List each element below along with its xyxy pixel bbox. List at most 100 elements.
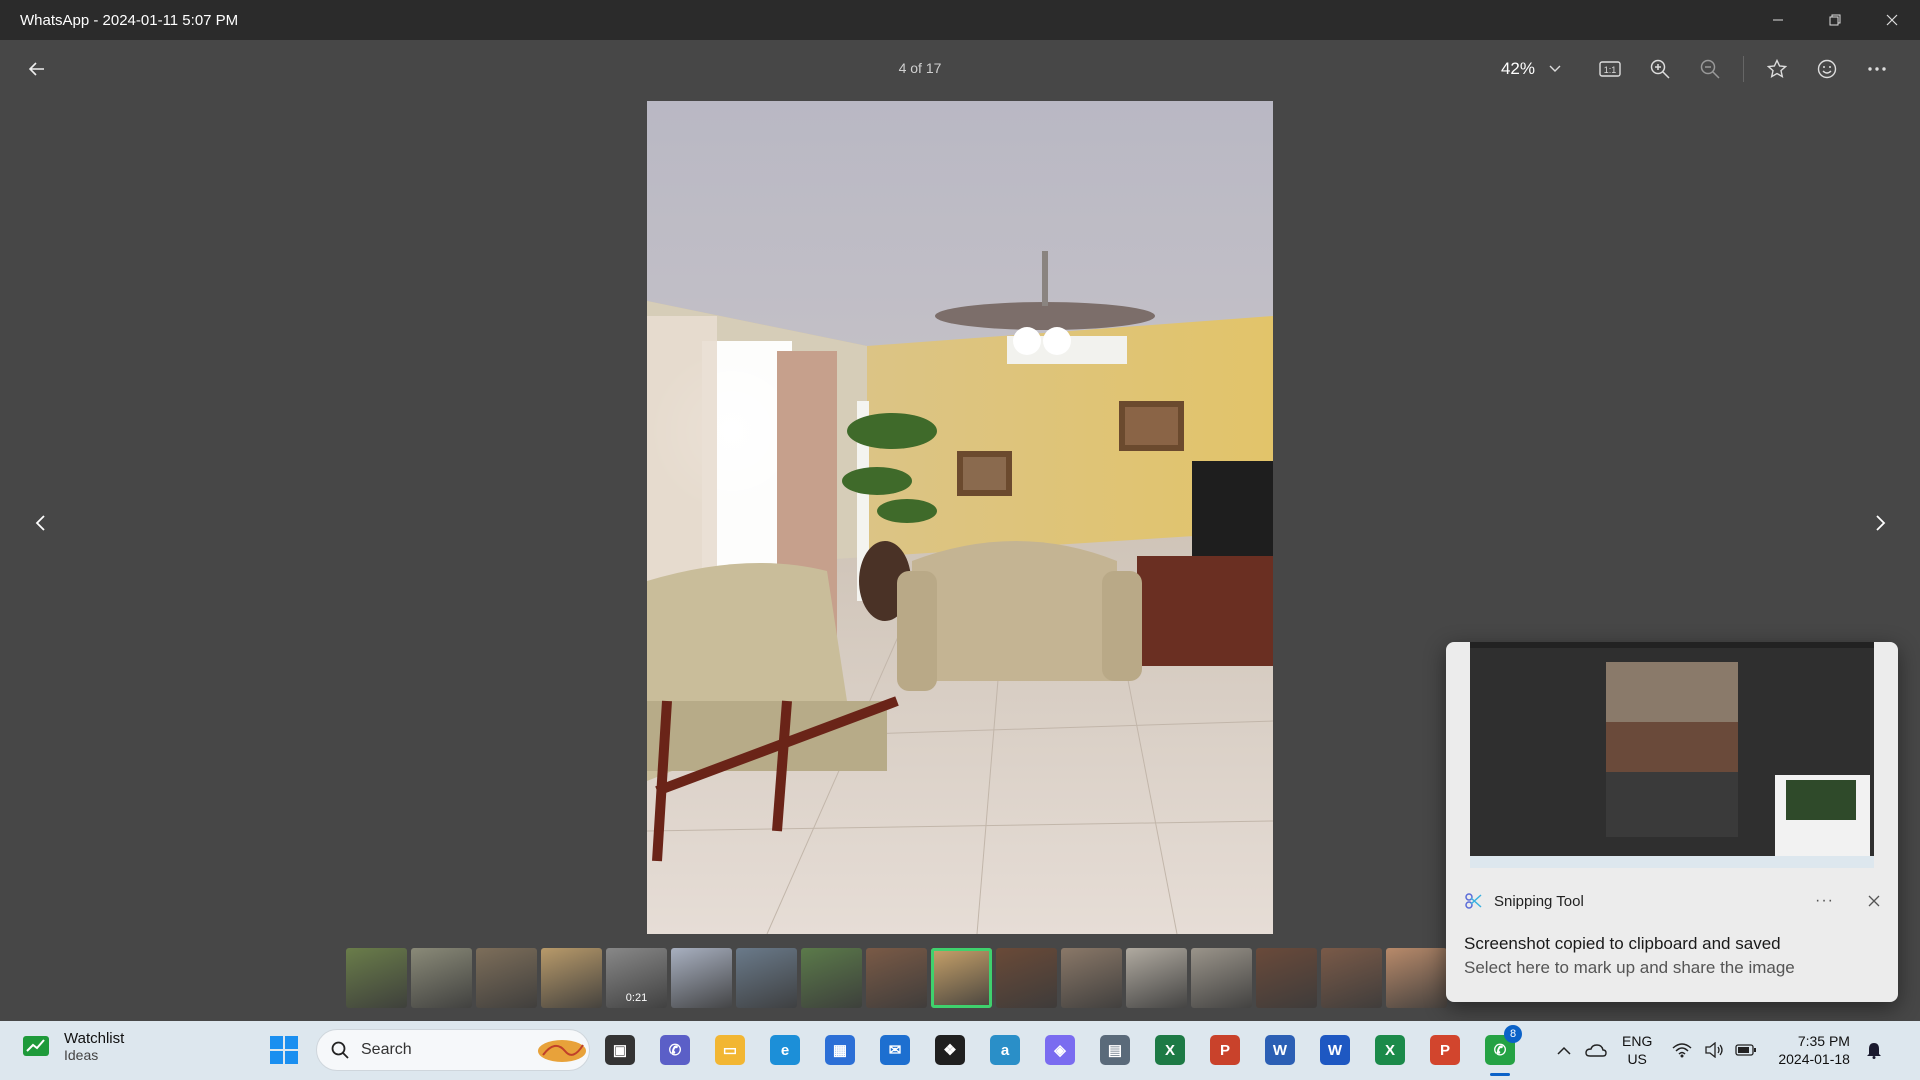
volume-icon	[1705, 1042, 1723, 1058]
filmstrip-thumbnail[interactable]	[1321, 948, 1382, 1008]
system-tray: ENG US 7:35 PM 2024-01-18	[1548, 1029, 1890, 1071]
lang-secondary: US	[1627, 1051, 1647, 1067]
filmstrip-thumbnail[interactable]	[1061, 948, 1122, 1008]
taskbar-app-powerpoint[interactable]: P	[1205, 1029, 1245, 1071]
toolbar-separator	[1743, 56, 1744, 82]
notification-title: Screenshot copied to clipboard and saved	[1464, 934, 1781, 953]
minimize-icon	[1772, 19, 1783, 21]
taskbar-app-task-view[interactable]: ▣	[600, 1029, 640, 1071]
taskbar-app-excel[interactable]: X	[1150, 1029, 1190, 1071]
zoom-out-icon	[1700, 59, 1720, 79]
taskbar-app-edge[interactable]: e	[765, 1029, 805, 1071]
copilot-icon: ◈	[1045, 1035, 1075, 1065]
taskbar-app-powerpoint-2[interactable]: P	[1425, 1029, 1465, 1071]
notification-app-name: Snipping Tool	[1494, 892, 1584, 910]
restore-button[interactable]	[1806, 0, 1863, 40]
clock-date: 2024-01-18	[1778, 1051, 1850, 1067]
filmstrip-thumbnail[interactable]: 0:21	[606, 948, 667, 1008]
zoom-out-button[interactable]	[1685, 48, 1735, 90]
taskbar-app-microsoft-store[interactable]: ▦	[820, 1029, 860, 1071]
zoom-in-icon	[1650, 59, 1670, 79]
filmstrip-thumbnail[interactable]	[1126, 948, 1187, 1008]
filmstrip-thumbnail[interactable]	[1191, 948, 1252, 1008]
windows-icon	[270, 1036, 298, 1064]
favorite-button[interactable]	[1752, 48, 1802, 90]
filmstrip-thumbnail[interactable]	[736, 948, 797, 1008]
react-button[interactable]	[1802, 48, 1852, 90]
close-icon	[1886, 14, 1897, 26]
next-image-button[interactable]	[1866, 508, 1896, 538]
filmstrip-thumbnail[interactable]	[541, 948, 602, 1008]
actual-size-button[interactable]: 1:1	[1585, 48, 1635, 90]
filmstrip-thumbnail[interactable]	[1256, 948, 1317, 1008]
taskbar-app-teams[interactable]: ✆	[655, 1029, 695, 1071]
snipping-tool-icon	[1465, 893, 1482, 909]
zoom-in-button[interactable]	[1635, 48, 1685, 90]
start-button[interactable]	[268, 1034, 300, 1066]
battery-button[interactable]	[1730, 1034, 1762, 1066]
taskbar-app-file-explorer[interactable]: ▭	[710, 1029, 750, 1071]
onedrive-button[interactable]	[1580, 1034, 1612, 1066]
taskbar-app-amazon[interactable]: a	[985, 1029, 1025, 1071]
previous-image-button[interactable]	[25, 508, 55, 538]
taskbar-app-calculator[interactable]: ▤	[1095, 1029, 1135, 1071]
notifications-button[interactable]	[1858, 1034, 1890, 1066]
taskbar-app-mail[interactable]: ✉	[875, 1029, 915, 1071]
excel-2-icon: X	[1375, 1035, 1405, 1065]
lang-primary: ENG	[1622, 1033, 1653, 1049]
task-view-icon: ▣	[605, 1035, 635, 1065]
widgets-button[interactable]: Watchlist Ideas	[22, 1030, 124, 1063]
filmstrip-thumbnail[interactable]	[931, 948, 992, 1008]
actual-size-icon: 1:1	[1599, 61, 1621, 77]
taskbar-app-whatsapp[interactable]: ✆ 8	[1480, 1025, 1522, 1076]
taskbar-app-excel-2[interactable]: X	[1370, 1029, 1410, 1071]
title-bar: WhatsApp - 2024-01-11 5:07 PM	[0, 0, 1920, 40]
taskbar: Watchlist Ideas Search ▣ ✆ ▭ e ▦ ✉ ❖ a ◈ ▤ X P W W X P ✆…	[0, 1021, 1920, 1080]
taskbar-search[interactable]: Search	[316, 1029, 590, 1071]
taskbar-app-dropbox[interactable]: ❖	[930, 1029, 970, 1071]
filmstrip-thumbnail[interactable]	[671, 948, 732, 1008]
video-duration: 0:21	[625, 992, 648, 1004]
star-icon	[1767, 59, 1787, 79]
notification-close-icon[interactable]	[1868, 895, 1880, 907]
volume-button[interactable]	[1698, 1034, 1730, 1066]
taskbar-app-word-2[interactable]: W	[1315, 1029, 1355, 1071]
taskbar-app-copilot[interactable]: ◈	[1040, 1029, 1080, 1071]
window-title: WhatsApp - 2024-01-11 5:07 PM	[20, 11, 239, 29]
mail-icon: ✉	[880, 1035, 910, 1065]
filmstrip-thumbnail[interactable]	[411, 948, 472, 1008]
zoom-level: 42%	[1500, 59, 1535, 78]
notification-more-button[interactable]: ···	[1815, 892, 1834, 910]
wifi-icon	[1672, 1043, 1692, 1058]
word-2-icon: W	[1320, 1035, 1350, 1065]
calculator-icon: ▤	[1100, 1035, 1130, 1065]
minimize-button[interactable]	[1749, 0, 1806, 40]
filmstrip-thumbnail[interactable]	[801, 948, 862, 1008]
file-explorer-icon: ▭	[715, 1035, 745, 1065]
clock-button[interactable]: 7:35 PM 2024-01-18	[1778, 1032, 1850, 1068]
more-options-button[interactable]	[1852, 48, 1902, 90]
screenshot-preview[interactable]	[1470, 642, 1874, 868]
filmstrip-thumbnail[interactable]	[1386, 948, 1447, 1008]
taskbar-app-word[interactable]: W	[1260, 1029, 1300, 1071]
search-icon	[331, 1041, 349, 1059]
chevron-up-icon	[1557, 1046, 1571, 1055]
filmstrip-thumbnail[interactable]	[996, 948, 1057, 1008]
filmstrip-thumbnail[interactable]	[476, 948, 537, 1008]
teams-icon: ✆	[660, 1035, 690, 1065]
notification-subtitle: Select here to mark up and share the ima…	[1464, 958, 1795, 977]
filmstrip-thumbnail[interactable]	[866, 948, 927, 1008]
battery-icon	[1735, 1044, 1757, 1056]
emoji-icon	[1817, 59, 1837, 79]
chevron-right-icon	[1876, 515, 1886, 531]
show-hidden-icons-button[interactable]	[1548, 1034, 1580, 1066]
wifi-button[interactable]	[1666, 1034, 1698, 1066]
zoom-dropdown[interactable]: 42%	[1501, 59, 1561, 79]
viewer-toolbar: 4 of 17 42% 1:1	[0, 40, 1920, 98]
filmstrip-thumbnail[interactable]	[346, 948, 407, 1008]
photo-living-room	[647, 101, 1273, 934]
input-language-button[interactable]: ENG US	[1622, 1032, 1652, 1068]
chevron-left-icon	[35, 515, 45, 531]
snipping-tool-notification[interactable]: Snipping Tool ··· Screenshot copied to c…	[1446, 642, 1898, 1002]
close-button[interactable]	[1863, 0, 1920, 40]
